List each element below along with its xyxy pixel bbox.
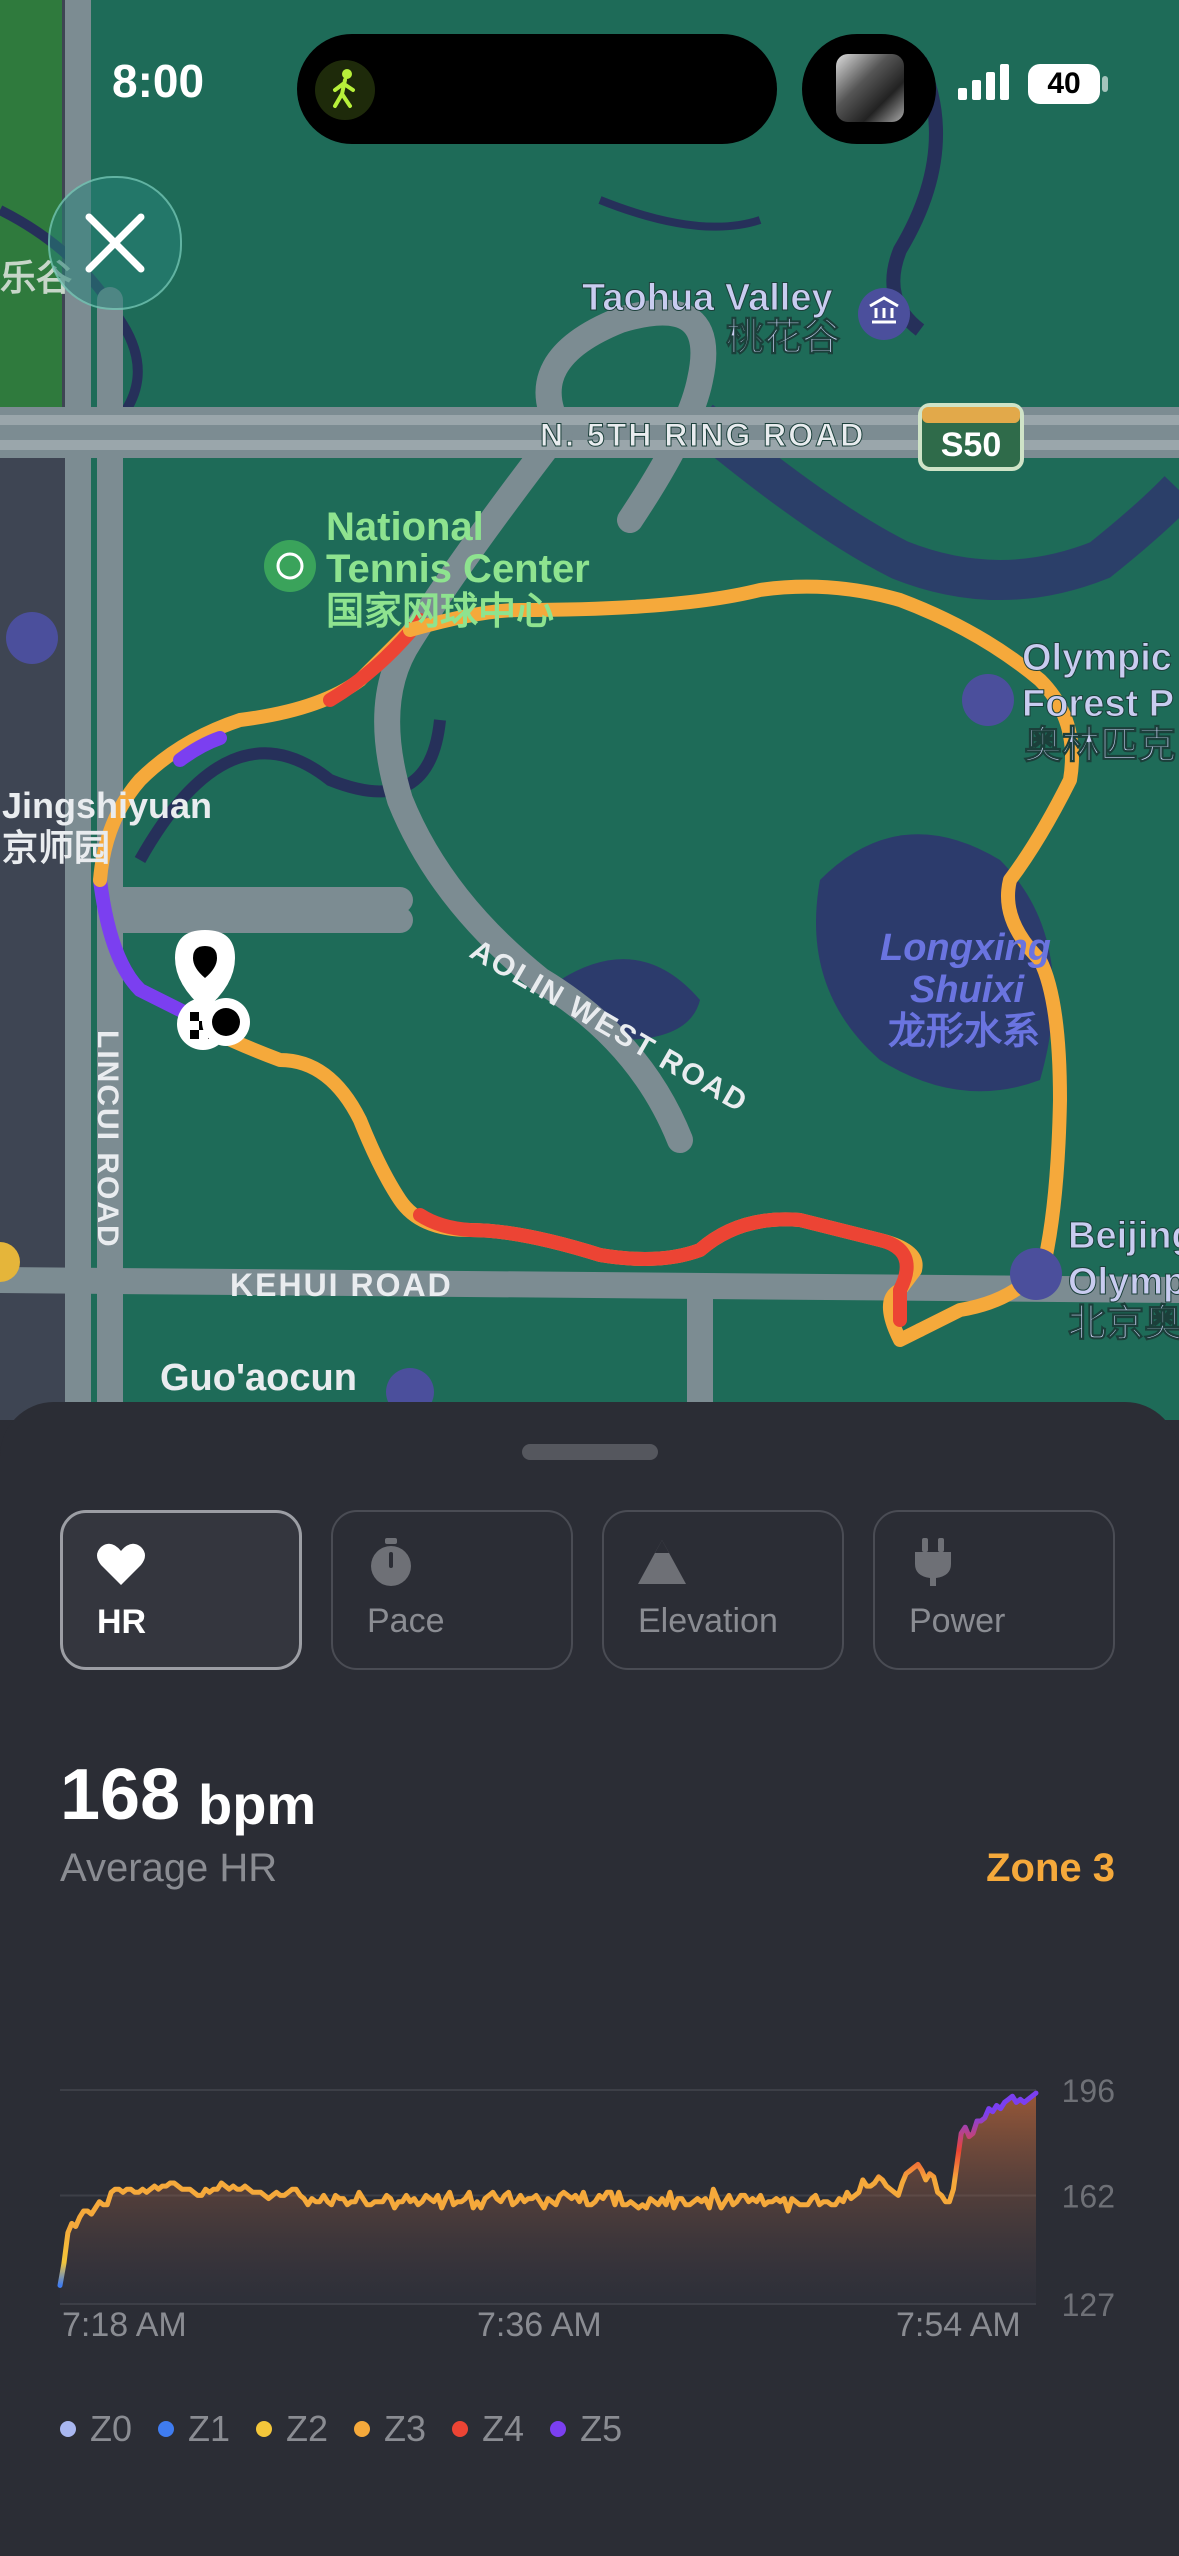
tab-elevation-label: Elevation [638, 1602, 778, 1640]
map-label-taohua-cn: 桃花谷 [726, 317, 840, 359]
y-tick-label: 127 [1062, 2287, 1115, 2323]
close-icon [85, 213, 145, 273]
map-label-beijing-2: Olymp [1068, 1261, 1179, 1303]
tab-hr[interactable]: HR [60, 1510, 302, 1670]
average-hr-value: 168 [60, 1755, 181, 1835]
highway-shield-label: S50 [941, 426, 1002, 464]
x-tick-end: 7:54 AM [896, 2306, 1021, 2344]
x-tick-start: 7:18 AM [62, 2306, 187, 2344]
landmark-icon [962, 674, 1014, 726]
live-activity-island[interactable] [802, 34, 936, 144]
average-hr-unit: bpm [198, 1773, 317, 1836]
avatar [836, 54, 904, 122]
map-label-beijing-1: Beijing [1068, 1215, 1179, 1257]
map-label-kehui-road: KEHUI ROAD [230, 1267, 453, 1303]
dynamic-island[interactable] [297, 34, 777, 144]
map-label-ring-road: N. 5TH RING ROAD [540, 417, 865, 453]
tab-power[interactable]: Power [873, 1510, 1115, 1670]
legend-z5: Z5 [550, 2408, 622, 2450]
close-button[interactable] [48, 176, 182, 310]
hr-zone-label: Zone 3 [986, 1846, 1115, 1890]
map-label-olympic-forest-cn: 奥林匹克 [1024, 725, 1176, 767]
highway-shield-icon: S50 [918, 403, 1024, 471]
legend-z3: Z3 [354, 2408, 426, 2450]
y-tick-label: 162 [1062, 2178, 1115, 2214]
sheet-grabber[interactable] [522, 1444, 658, 1460]
tab-elevation[interactable]: Elevation [602, 1510, 844, 1670]
legend-z4: Z4 [452, 2408, 524, 2450]
status-time: 8:00 [112, 55, 205, 107]
map-canvas[interactable]: S50 Taohua Valley 桃花谷 N. 5TH RING ROAD O… [0, 0, 1179, 1420]
plug-icon [915, 1538, 951, 1586]
legend-z1: Z1 [158, 2408, 230, 2450]
map-label-olympic-forest-1: Olympic [1022, 637, 1172, 679]
tab-pace-label: Pace [367, 1602, 445, 1640]
y-tick-label: 196 [1062, 2073, 1115, 2109]
cellular-signal-icon [958, 64, 1009, 100]
map-label-longxing-2: Shuixi [910, 969, 1025, 1011]
tennis-icon [264, 540, 316, 592]
battery-tip [1102, 76, 1108, 92]
battery-indicator: 40 [1028, 64, 1100, 104]
map-label-jingshiyuan: Jingshiyuan [2, 785, 212, 826]
legend-z2: Z2 [256, 2408, 328, 2450]
map-label-taohua: Taohua Valley [582, 277, 833, 319]
landmark-icon [1010, 1248, 1062, 1300]
map-label-lincui-road: LINCUI ROAD [91, 1030, 124, 1249]
map-label-longxing-cn: 龙形水系 [888, 1011, 1040, 1053]
mountain-icon [638, 1540, 686, 1584]
tab-hr-label: HR [97, 1603, 147, 1641]
map-label-tennis-cn: 国家网球中心 [326, 591, 554, 633]
average-hr-label: Average HR [60, 1846, 278, 1890]
tab-pace[interactable]: Pace [331, 1510, 573, 1670]
map-label-longxing-1: Longxing [880, 927, 1051, 969]
map-label-tennis-2: Tennis Center [326, 547, 590, 591]
walking-figure-icon [315, 60, 375, 120]
map-label-olympic-forest-2: Forest P [1022, 683, 1174, 725]
metrics-sheet: HR Pace Elevation Power 168 bpm Average … [0, 1402, 1179, 2556]
stopwatch-icon [371, 1538, 411, 1586]
status-bar: 8:00 40 [0, 0, 1179, 170]
heart-icon [97, 1543, 145, 1585]
map-label-jingshiyuan-cn: 京师园 [2, 827, 110, 868]
map-label-tennis-1: National [326, 505, 484, 549]
x-tick-middle: 7:36 AM [477, 2306, 602, 2344]
map-label-guaocun: Guo'aocun [160, 1357, 357, 1399]
legend-z0: Z0 [60, 2408, 132, 2450]
home-icon [6, 612, 58, 664]
map-label-beijing-cn: 北京奥 [1068, 1303, 1179, 1345]
zone-legend: Z0 Z1 Z2 Z3 Z4 Z5 [60, 2408, 622, 2450]
tab-power-label: Power [909, 1602, 1006, 1640]
